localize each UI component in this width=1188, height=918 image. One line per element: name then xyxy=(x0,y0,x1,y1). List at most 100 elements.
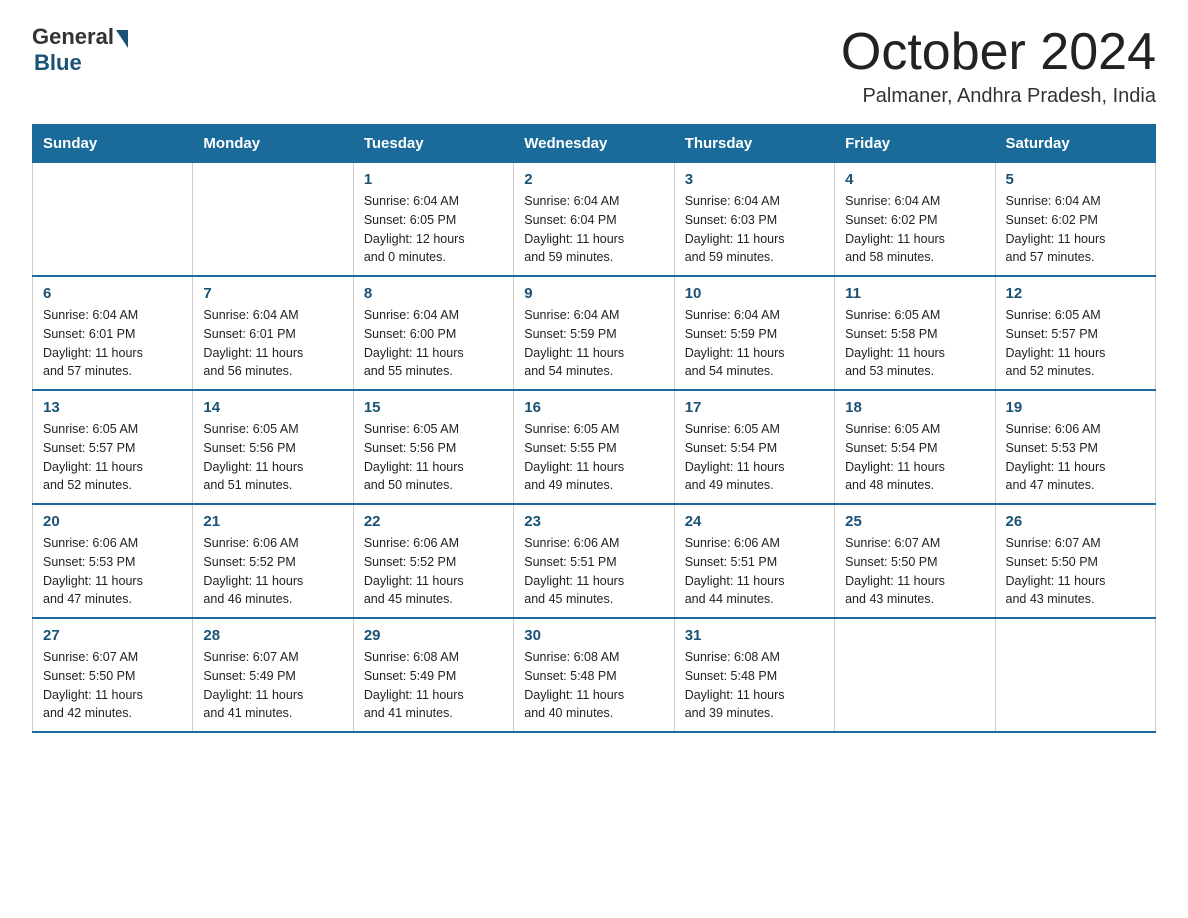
calendar-cell: 18 Sunrise: 6:05 AMSunset: 5:54 PMDayligh… xyxy=(835,390,995,504)
day-number: 11 xyxy=(845,285,984,302)
day-number: 14 xyxy=(203,399,342,416)
day-info: Sunrise: 6:08 AMSunset: 5:48 PMDaylight:… xyxy=(685,648,824,723)
calendar-cell: 7Sunrise: 6:04 AMSunset: 6:01 PMDaylight… xyxy=(193,276,353,390)
calendar-cell xyxy=(193,163,353,277)
calendar-week-row: 27Sunrise: 6:07 AMSunset: 5:50 PMDayligh… xyxy=(33,618,1156,732)
header-sunday: Sunday xyxy=(33,125,193,163)
day-info: Sunrise: 6:04 AMSunset: 6:02 PMDaylight:… xyxy=(845,192,984,267)
day-info: Sunrise: 6:08 AMSunset: 5:48 PMDaylight:… xyxy=(524,648,663,723)
calendar-cell: 10 Sunrise: 6:04 AMSunset: 5:59 PMDayligh… xyxy=(674,276,834,390)
day-info: Sunrise: 6:06 AMSunset: 5:53 PMDaylight:… xyxy=(1006,420,1145,495)
day-number: 12 xyxy=(1006,285,1145,302)
day-info: Sunrise: 6:05 AMSunset: 5:56 PMDaylight:… xyxy=(364,420,503,495)
day-info: Sunrise: 6:05 AMSunset: 5:56 PMDaylight:… xyxy=(203,420,342,495)
day-info: Sunrise: 6:06 AMSunset: 5:52 PMDaylight:… xyxy=(203,534,342,609)
day-info: Sunrise: 6:04 AMSunset: 5:59 PMDaylight:… xyxy=(685,306,824,381)
day-info: Sunrise: 6:04 AMSunset: 5:59 PMDaylight:… xyxy=(524,306,663,381)
calendar-cell: 11Sunrise: 6:05 AMSunset: 5:58 PMDayligh… xyxy=(835,276,995,390)
day-info: Sunrise: 6:07 AMSunset: 5:49 PMDaylight:… xyxy=(203,648,342,723)
day-number: 25 xyxy=(845,513,984,530)
day-number: 9 xyxy=(524,285,663,302)
day-number: 26 xyxy=(1006,513,1145,530)
day-number: 28 xyxy=(203,627,342,644)
calendar-cell: 8Sunrise: 6:04 AMSunset: 6:00 PMDaylight… xyxy=(353,276,513,390)
day-info: Sunrise: 6:04 AMSunset: 6:00 PMDaylight:… xyxy=(364,306,503,381)
day-info: Sunrise: 6:05 AMSunset: 5:54 PMDaylight:… xyxy=(685,420,824,495)
day-number: 30 xyxy=(524,627,663,644)
header-thursday: Thursday xyxy=(674,125,834,163)
header-tuesday: Tuesday xyxy=(353,125,513,163)
day-info: Sunrise: 6:06 AMSunset: 5:51 PMDaylight:… xyxy=(524,534,663,609)
calendar-cell: 20Sunrise: 6:06 AMSunset: 5:53 PMDayligh… xyxy=(33,504,193,618)
logo-general-text: General xyxy=(32,24,114,50)
day-number: 22 xyxy=(364,513,503,530)
calendar-cell: 12 Sunrise: 6:05 AMSunset: 5:57 PMDayligh… xyxy=(995,276,1155,390)
calendar-week-row: 20Sunrise: 6:06 AMSunset: 5:53 PMDayligh… xyxy=(33,504,1156,618)
day-number: 29 xyxy=(364,627,503,644)
logo-arrow-icon xyxy=(116,30,128,48)
day-number: 18 xyxy=(845,399,984,416)
day-number: 2 xyxy=(524,171,663,188)
day-info: Sunrise: 6:08 AMSunset: 5:49 PMDaylight:… xyxy=(364,648,503,723)
day-number: 13 xyxy=(43,399,182,416)
day-number: 4 xyxy=(845,171,984,188)
day-info: Sunrise: 6:06 AMSunset: 5:51 PMDaylight:… xyxy=(685,534,824,609)
day-info: Sunrise: 6:05 AMSunset: 5:57 PMDaylight:… xyxy=(1006,306,1145,381)
calendar-cell: 28 Sunrise: 6:07 AMSunset: 5:49 PMDayligh… xyxy=(193,618,353,732)
calendar-cell: 13 Sunrise: 6:05 AMSunset: 5:57 PMDayligh… xyxy=(33,390,193,504)
header-saturday: Saturday xyxy=(995,125,1155,163)
calendar-cell: 15Sunrise: 6:05 AMSunset: 5:56 PMDayligh… xyxy=(353,390,513,504)
day-number: 19 xyxy=(1006,399,1145,416)
day-number: 31 xyxy=(685,627,824,644)
logo: General Blue xyxy=(32,24,128,76)
calendar-cell: 5 Sunrise: 6:04 AMSunset: 6:02 PMDaylight… xyxy=(995,163,1155,277)
day-number: 3 xyxy=(685,171,824,188)
day-info: Sunrise: 6:04 AMSunset: 6:04 PMDaylight:… xyxy=(524,192,663,267)
day-number: 24 xyxy=(685,513,824,530)
day-info: Sunrise: 6:06 AMSunset: 5:52 PMDaylight:… xyxy=(364,534,503,609)
calendar-cell: 17 Sunrise: 6:05 AMSunset: 5:54 PMDayligh… xyxy=(674,390,834,504)
day-info: Sunrise: 6:07 AMSunset: 5:50 PMDaylight:… xyxy=(1006,534,1145,609)
day-number: 27 xyxy=(43,627,182,644)
day-number: 6 xyxy=(43,285,182,302)
calendar-cell: 14 Sunrise: 6:05 AMSunset: 5:56 PMDayligh… xyxy=(193,390,353,504)
calendar-cell: 26 Sunrise: 6:07 AMSunset: 5:50 PMDayligh… xyxy=(995,504,1155,618)
day-info: Sunrise: 6:05 AMSunset: 5:55 PMDaylight:… xyxy=(524,420,663,495)
calendar-cell: 6Sunrise: 6:04 AMSunset: 6:01 PMDaylight… xyxy=(33,276,193,390)
day-info: Sunrise: 6:05 AMSunset: 5:54 PMDaylight:… xyxy=(845,420,984,495)
calendar-cell: 23 Sunrise: 6:06 AMSunset: 5:51 PMDayligh… xyxy=(514,504,674,618)
day-number: 10 xyxy=(685,285,824,302)
day-info: Sunrise: 6:04 AMSunset: 6:03 PMDaylight:… xyxy=(685,192,824,267)
day-number: 23 xyxy=(524,513,663,530)
day-number: 17 xyxy=(685,399,824,416)
day-number: 21 xyxy=(203,513,342,530)
day-number: 20 xyxy=(43,513,182,530)
day-info: Sunrise: 6:04 AMSunset: 6:02 PMDaylight:… xyxy=(1006,192,1145,267)
day-number: 5 xyxy=(1006,171,1145,188)
calendar-cell: 24 Sunrise: 6:06 AMSunset: 5:51 PMDayligh… xyxy=(674,504,834,618)
day-number: 7 xyxy=(203,285,342,302)
calendar-cell: 27Sunrise: 6:07 AMSunset: 5:50 PMDayligh… xyxy=(33,618,193,732)
calendar-week-row: 1Sunrise: 6:04 AMSunset: 6:05 PMDaylight… xyxy=(33,163,1156,277)
calendar-title: October 2024 xyxy=(841,24,1156,81)
day-info: Sunrise: 6:07 AMSunset: 5:50 PMDaylight:… xyxy=(845,534,984,609)
day-number: 16 xyxy=(524,399,663,416)
logo-blue-text: Blue xyxy=(34,50,82,76)
title-block: October 2024 Palmaner, Andhra Pradesh, I… xyxy=(841,24,1156,108)
calendar-cell: 16 Sunrise: 6:05 AMSunset: 5:55 PMDayligh… xyxy=(514,390,674,504)
calendar-cell xyxy=(33,163,193,277)
calendar-cell: 1Sunrise: 6:04 AMSunset: 6:05 PMDaylight… xyxy=(353,163,513,277)
calendar-cell: 22 Sunrise: 6:06 AMSunset: 5:52 PMDayligh… xyxy=(353,504,513,618)
calendar-cell: 29 Sunrise: 6:08 AMSunset: 5:49 PMDayligh… xyxy=(353,618,513,732)
day-info: Sunrise: 6:04 AMSunset: 6:05 PMDaylight:… xyxy=(364,192,503,267)
calendar-cell: 25 Sunrise: 6:07 AMSunset: 5:50 PMDayligh… xyxy=(835,504,995,618)
calendar-cell: 4 Sunrise: 6:04 AMSunset: 6:02 PMDaylight… xyxy=(835,163,995,277)
calendar-cell: 2 Sunrise: 6:04 AMSunset: 6:04 PMDaylight… xyxy=(514,163,674,277)
calendar-cell xyxy=(835,618,995,732)
calendar-cell: 21 Sunrise: 6:06 AMSunset: 5:52 PMDayligh… xyxy=(193,504,353,618)
calendar-table: SundayMondayTuesdayWednesdayThursdayFrid… xyxy=(32,124,1156,733)
calendar-week-row: 13 Sunrise: 6:05 AMSunset: 5:57 PMDayligh… xyxy=(33,390,1156,504)
calendar-header-row: SundayMondayTuesdayWednesdayThursdayFrid… xyxy=(33,125,1156,163)
day-info: Sunrise: 6:05 AMSunset: 5:57 PMDaylight:… xyxy=(43,420,182,495)
calendar-week-row: 6Sunrise: 6:04 AMSunset: 6:01 PMDaylight… xyxy=(33,276,1156,390)
